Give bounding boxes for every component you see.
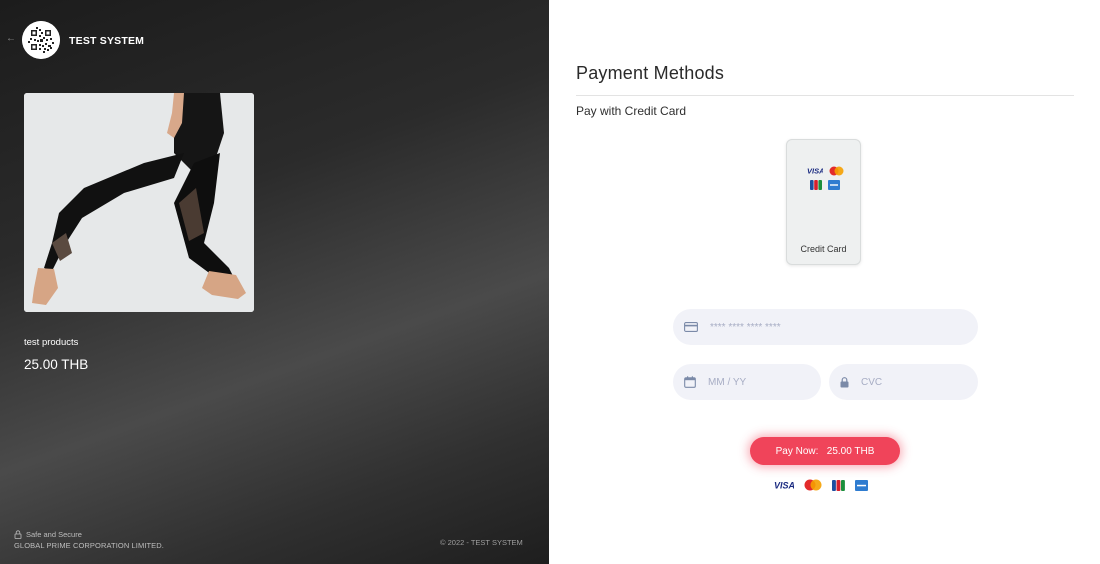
mastercard-icon	[804, 479, 822, 491]
svg-text:VISA: VISA	[807, 167, 823, 176]
payment-methods-title: Payment Methods	[576, 63, 725, 83]
jcb-icon	[832, 479, 845, 491]
mastercard-icon	[829, 166, 843, 176]
copyright: © 2022 - TEST SYSTEM	[440, 538, 523, 547]
accepted-cards: VISA	[774, 479, 868, 491]
pay-now-button[interactable]: Pay Now: 25.00 THB	[750, 437, 900, 465]
cvc-field[interactable]	[829, 364, 978, 400]
card-number-input[interactable]	[710, 321, 910, 333]
expiry-input[interactable]	[708, 376, 808, 388]
credit-card-method-tile[interactable]: VISA Credit Card	[786, 139, 861, 265]
safe-label: Safe and Secure	[26, 530, 82, 539]
amex-icon	[855, 479, 868, 491]
company-name: GLOBAL PRIME CORPORATION LIMITED.	[14, 541, 164, 550]
product-price: 25.00 THB	[24, 357, 89, 372]
card-brand-grid: VISA	[805, 166, 845, 194]
product-image	[24, 93, 254, 312]
calendar-icon	[684, 376, 696, 388]
visa-icon: VISA	[807, 167, 823, 176]
amex-icon	[828, 180, 840, 190]
visa-icon: VISA	[774, 481, 794, 491]
svg-text:VISA: VISA	[774, 481, 794, 491]
card-number-field[interactable]	[673, 309, 978, 345]
credit-card-icon	[684, 322, 698, 332]
order-summary-panel: ← TEST SYSTEM test products 25.00 THB Sa…	[0, 0, 549, 564]
qr-logo-icon	[22, 21, 60, 59]
expiry-field[interactable]	[673, 364, 821, 400]
payment-subtitle: Pay with Credit Card	[576, 104, 687, 118]
product-name: test products	[24, 337, 79, 348]
payment-panel: Payment Methods Pay with Credit Card VIS…	[549, 0, 1100, 564]
merchant-name: TEST SYSTEM	[69, 35, 145, 47]
title-divider	[576, 95, 1074, 96]
credit-card-label: Credit Card	[800, 244, 847, 254]
lock-icon	[840, 376, 849, 387]
lock-icon	[14, 530, 22, 539]
safe-secure-note: Safe and Secure	[14, 530, 82, 539]
jcb-icon	[810, 180, 822, 190]
arrow-left-icon[interactable]: ←	[6, 33, 16, 44]
cvc-input[interactable]	[861, 376, 961, 388]
